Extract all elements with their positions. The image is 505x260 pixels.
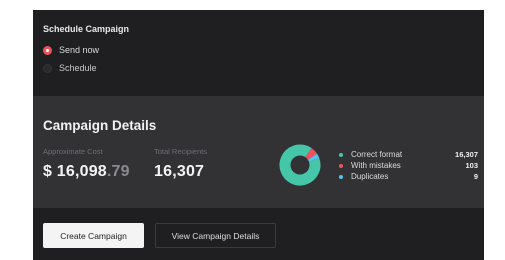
schedule-option[interactable]: Schedule [43,63,97,73]
legend-row-duplicates: Duplicates 9 [339,171,478,182]
legend-dot-correct-format [339,152,343,157]
legend-row-with-mistakes: With mistakes 103 [339,160,478,171]
cost-cents: .79 [106,163,130,180]
recipients-donut-chart [279,144,321,186]
schedule-label: Schedule [59,63,97,73]
recipients-legend: Correct format 16,307 With mistakes 103 … [339,149,478,182]
legend-label-with-mistakes: With mistakes [351,161,401,170]
send-now-radio[interactable] [43,45,52,55]
legend-value-with-mistakes: 103 [465,161,478,170]
schedule-radio[interactable] [43,63,52,73]
campaign-details-title: Campaign Details [43,118,157,133]
actions-bar: Create Campaign View Campaign Details [33,208,484,260]
legend-row-correct-format: Correct format 16,307 [339,149,478,160]
cost-currency: $ [43,163,53,180]
legend-dot-with-mistakes [339,163,343,168]
legend-label-correct-format: Correct format [351,150,403,159]
legend-label-duplicates: Duplicates [351,172,389,181]
total-recipients-label: Total Recipients [154,147,207,156]
legend-value-duplicates: 9 [473,172,478,181]
cost-whole: 16,098 [56,163,107,180]
send-now-option[interactable]: Send now [43,45,99,55]
approximate-cost-label: Approximate Cost [43,147,103,156]
view-campaign-details-button[interactable]: View Campaign Details [155,223,276,248]
approximate-cost-value: $ 16,098.79 [43,163,130,181]
campaign-details-section: Campaign Details Approximate Cost $ 16,0… [33,96,484,208]
send-now-label: Send now [59,45,100,55]
legend-dot-duplicates [339,174,343,179]
total-recipients-value: 16,307 [154,163,205,180]
create-campaign-button[interactable]: Create Campaign [43,223,144,248]
legend-value-correct-format: 16,307 [455,150,478,159]
schedule-section: Schedule Campaign Send now Schedule [33,10,484,96]
schedule-title: Schedule Campaign [43,24,130,34]
